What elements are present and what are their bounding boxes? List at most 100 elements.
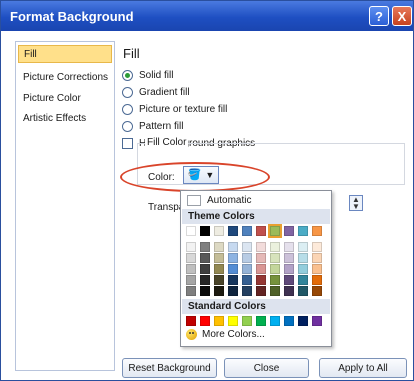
close-window-button[interactable]: X xyxy=(392,6,412,26)
standard-color-swatch[interactable] xyxy=(284,316,294,326)
theme-color-swatch[interactable] xyxy=(200,226,210,236)
theme-color-swatch[interactable] xyxy=(228,226,238,236)
apply-to-all-button[interactable]: Apply to All xyxy=(319,358,407,378)
pattern-fill-radio[interactable] xyxy=(122,120,133,132)
close-button[interactable]: Close xyxy=(224,358,309,378)
standard-color-swatch[interactable] xyxy=(214,316,224,326)
nav-item-fill[interactable]: Fill xyxy=(18,45,112,63)
standard-color-swatch[interactable] xyxy=(200,316,210,326)
theme-color-swatch[interactable] xyxy=(312,226,322,236)
theme-shade-swatch[interactable] xyxy=(298,275,308,285)
theme-shade-swatch[interactable] xyxy=(242,242,252,252)
theme-color-swatch[interactable] xyxy=(186,226,196,236)
theme-shade-swatch[interactable] xyxy=(270,264,280,274)
theme-shade-swatch[interactable] xyxy=(256,242,266,252)
dialog-title: Format Background xyxy=(10,9,134,24)
theme-shade-swatch[interactable] xyxy=(270,253,280,263)
theme-shade-swatch[interactable] xyxy=(186,286,196,296)
theme-shade-swatch[interactable] xyxy=(214,264,224,274)
theme-shade-swatch[interactable] xyxy=(312,286,322,296)
theme-shade-swatch[interactable] xyxy=(284,242,294,252)
theme-color-swatch[interactable] xyxy=(298,226,308,236)
standard-color-swatch[interactable] xyxy=(256,316,266,326)
theme-shade-swatch[interactable] xyxy=(228,275,238,285)
standard-color-swatch[interactable] xyxy=(312,316,322,326)
theme-shade-swatch[interactable] xyxy=(312,275,322,285)
theme-colors-header: Theme Colors xyxy=(182,209,330,224)
automatic-color-option[interactable]: Automatic xyxy=(183,193,329,208)
theme-shade-swatch[interactable] xyxy=(284,253,294,263)
theme-shade-swatch[interactable] xyxy=(242,275,252,285)
standard-color-swatch[interactable] xyxy=(298,316,308,326)
pattern-fill-label: Pattern fill xyxy=(139,120,184,132)
theme-shade-swatch[interactable] xyxy=(298,253,308,263)
theme-shade-swatch[interactable] xyxy=(214,286,224,296)
theme-shade-swatch[interactable] xyxy=(200,253,210,263)
nav-item-picture-color[interactable]: Picture Color xyxy=(18,90,112,108)
gradient-fill-radio[interactable] xyxy=(122,86,133,98)
theme-shade-swatch[interactable] xyxy=(298,264,308,274)
standard-color-swatch[interactable] xyxy=(228,316,238,326)
theme-shade-swatch[interactable] xyxy=(312,264,322,274)
picture-fill-option[interactable]: Picture or texture fill xyxy=(122,102,227,116)
theme-color-swatch[interactable] xyxy=(242,226,252,236)
automatic-label: Automatic xyxy=(207,195,252,206)
theme-shade-swatch[interactable] xyxy=(242,264,252,274)
gradient-fill-option[interactable]: Gradient fill xyxy=(122,85,190,99)
theme-color-swatch[interactable] xyxy=(268,224,282,238)
help-button[interactable]: ? xyxy=(369,6,389,26)
theme-shade-swatch[interactable] xyxy=(200,264,210,274)
nav-item-picture-corrections[interactable]: Picture Corrections xyxy=(18,69,112,87)
theme-shade-swatch[interactable] xyxy=(228,286,238,296)
theme-shade-swatch[interactable] xyxy=(270,242,280,252)
theme-shade-swatch[interactable] xyxy=(228,264,238,274)
reset-background-button[interactable]: Reset Background xyxy=(122,358,217,378)
theme-shade-swatch[interactable] xyxy=(298,242,308,252)
picture-fill-label: Picture or texture fill xyxy=(139,103,228,115)
fill-color-group-label: Fill Color xyxy=(145,137,189,148)
more-colors-label: More Colors... xyxy=(202,329,265,340)
theme-color-swatch[interactable] xyxy=(256,226,266,236)
solid-fill-option[interactable]: Solid fill xyxy=(122,68,173,82)
theme-shade-swatch[interactable] xyxy=(214,253,224,263)
solid-fill-radio[interactable] xyxy=(122,69,133,81)
more-colors-option[interactable]: More Colors... xyxy=(186,329,265,340)
standard-color-swatch[interactable] xyxy=(242,316,252,326)
theme-shade-swatch[interactable] xyxy=(270,275,280,285)
nav-item-artistic-effects[interactable]: Artistic Effects xyxy=(18,110,112,128)
pattern-fill-option[interactable]: Pattern fill xyxy=(122,119,183,133)
theme-shade-swatch[interactable] xyxy=(312,253,322,263)
transparency-spinner[interactable]: ▲ ▼ xyxy=(349,195,363,211)
theme-shade-swatch[interactable] xyxy=(298,286,308,296)
theme-shade-swatch[interactable] xyxy=(270,286,280,296)
theme-shade-swatch[interactable] xyxy=(242,253,252,263)
theme-shade-swatch[interactable] xyxy=(200,275,210,285)
theme-shade-swatch[interactable] xyxy=(284,286,294,296)
theme-shade-swatch[interactable] xyxy=(186,253,196,263)
theme-color-swatch[interactable] xyxy=(214,226,224,236)
theme-shade-swatch[interactable] xyxy=(214,275,224,285)
theme-shade-swatch[interactable] xyxy=(200,242,210,252)
theme-shade-swatch[interactable] xyxy=(186,275,196,285)
theme-shade-swatch[interactable] xyxy=(256,253,266,263)
theme-shade-swatch[interactable] xyxy=(214,242,224,252)
standard-color-swatch[interactable] xyxy=(270,316,280,326)
theme-shade-swatch[interactable] xyxy=(200,286,210,296)
theme-shade-swatch[interactable] xyxy=(312,242,322,252)
theme-shade-swatch[interactable] xyxy=(242,286,252,296)
theme-shade-swatch[interactable] xyxy=(256,264,266,274)
hide-graphics-checkbox[interactable] xyxy=(122,137,133,149)
theme-shade-swatch[interactable] xyxy=(256,286,266,296)
standard-color-swatch[interactable] xyxy=(186,316,196,326)
theme-shade-swatch[interactable] xyxy=(284,264,294,274)
picture-fill-radio[interactable] xyxy=(122,103,133,115)
theme-color-swatch[interactable] xyxy=(284,226,294,236)
title-bar[interactable]: Format Background ? X xyxy=(1,1,413,31)
theme-shade-swatch[interactable] xyxy=(186,264,196,274)
theme-shade-swatch[interactable] xyxy=(284,275,294,285)
theme-shade-swatch[interactable] xyxy=(186,242,196,252)
automatic-color-swatch xyxy=(187,195,201,206)
theme-shade-swatch[interactable] xyxy=(228,242,238,252)
theme-shade-swatch[interactable] xyxy=(256,275,266,285)
theme-shade-swatch[interactable] xyxy=(228,253,238,263)
